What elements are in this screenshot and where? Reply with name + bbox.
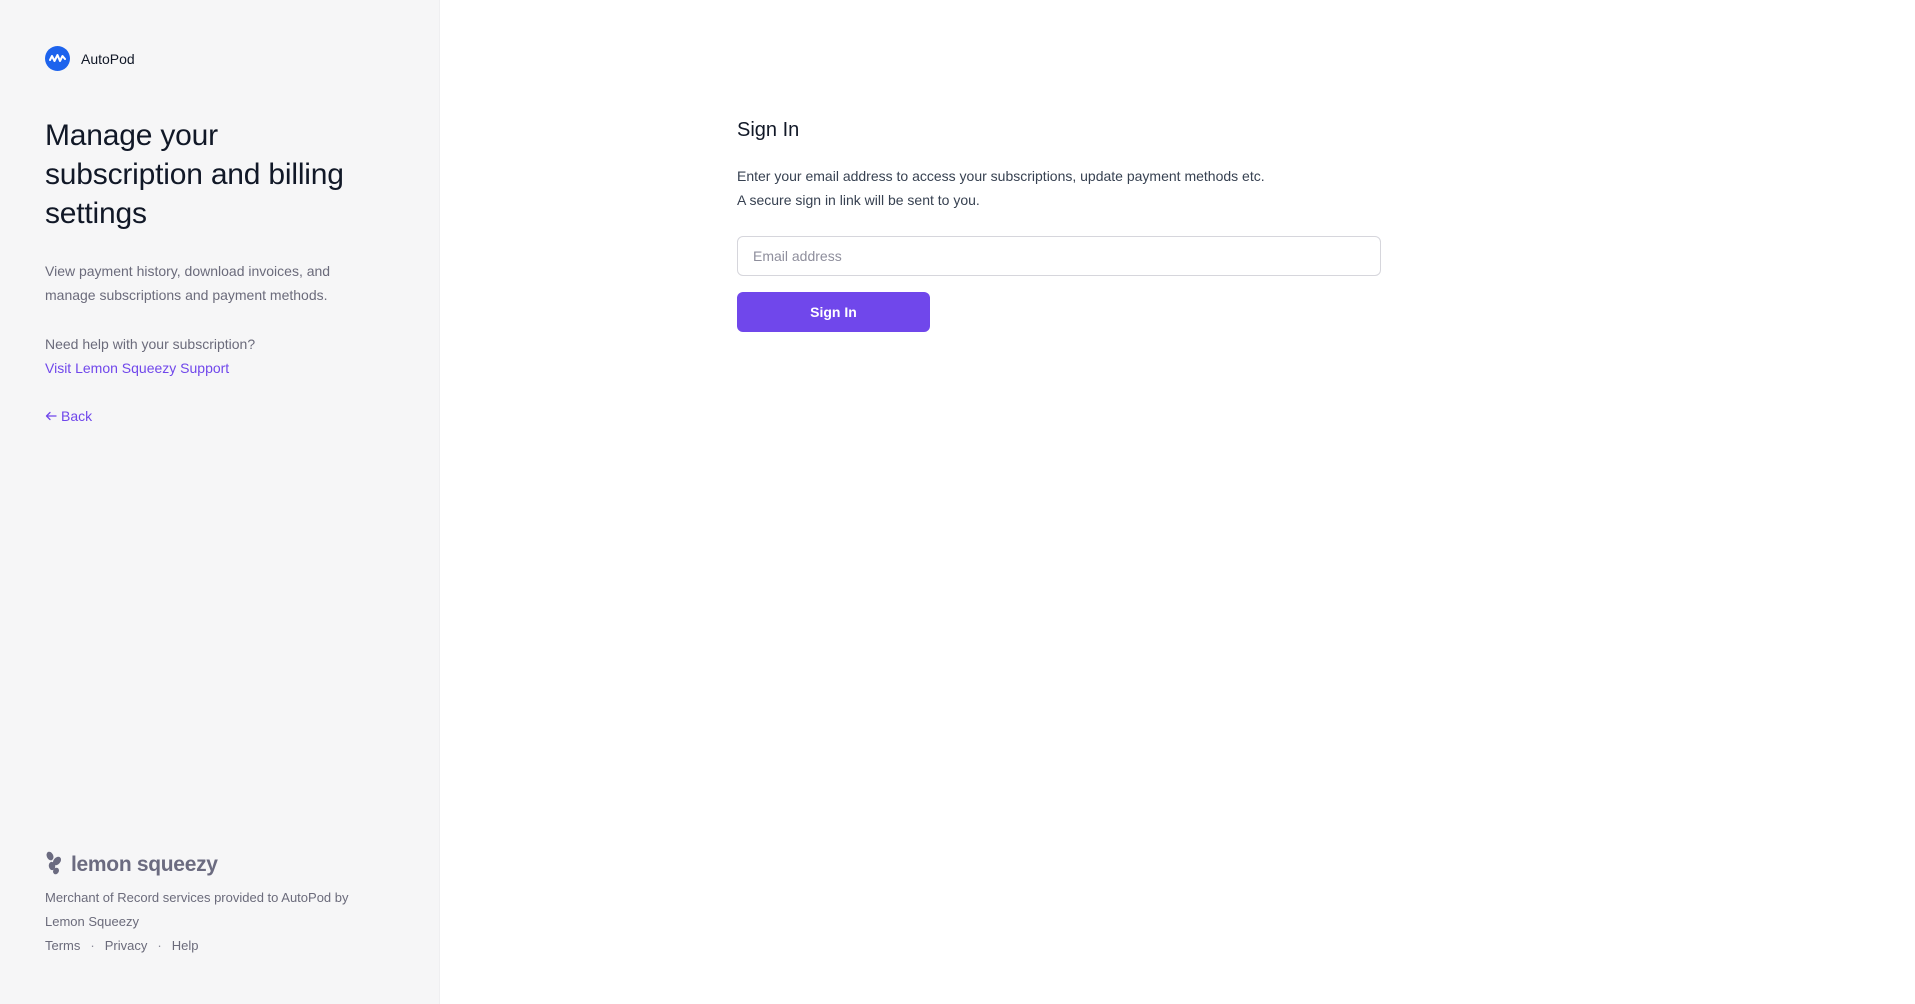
arrow-left-icon <box>45 404 57 428</box>
merchant-text: Merchant of Record services provided to … <box>45 890 349 929</box>
signin-title: Sign In <box>737 119 800 141</box>
sign-in-button[interactable]: Sign In <box>737 292 930 332</box>
sidebar-footer: lemon squeezy Merchant of Record service… <box>45 851 385 958</box>
sidebar: AutoPod Manage your subscription and bil… <box>0 0 440 1004</box>
signin-description-line-1: Enter your email address to access your … <box>737 168 1265 184</box>
back-label: Back <box>61 408 93 424</box>
separator: · <box>90 938 95 953</box>
help-text: Need help with your subscription? <box>45 336 256 352</box>
page-headline: Manage your subscription and billing set… <box>45 119 344 230</box>
sidebar-description: View payment history, download invoices,… <box>45 263 331 303</box>
main-content: Sign In Enter your email address to acce… <box>440 0 1915 1004</box>
brand: AutoPod <box>45 46 135 71</box>
signin-description-line-2: A secure sign in link will be sent to yo… <box>737 192 980 208</box>
lemon-squeezy-wordmark: lemon squeezy <box>71 853 218 876</box>
back-link[interactable]: Back <box>45 404 92 428</box>
back-section: Back <box>45 404 92 428</box>
signin-description: Enter your email address to access your … <box>737 164 1265 212</box>
privacy-link[interactable]: Privacy <box>105 934 148 958</box>
lemon-squeezy-icon <box>45 851 63 880</box>
support-link[interactable]: Visit Lemon Squeezy Support <box>45 360 229 376</box>
lemon-squeezy-logo: lemon squeezy <box>45 851 385 880</box>
terms-link[interactable]: Terms <box>45 934 80 958</box>
help-section: Need help with your subscription? Visit … <box>45 332 255 380</box>
separator: · <box>157 938 162 953</box>
email-input[interactable] <box>737 236 1381 276</box>
footer-links: Terms · Privacy · Help <box>45 934 385 958</box>
autopod-logo-icon <box>45 46 70 71</box>
brand-name: AutoPod <box>81 50 135 67</box>
page: AutoPod Manage your subscription and bil… <box>0 0 1915 1004</box>
help-link[interactable]: Help <box>172 934 199 958</box>
